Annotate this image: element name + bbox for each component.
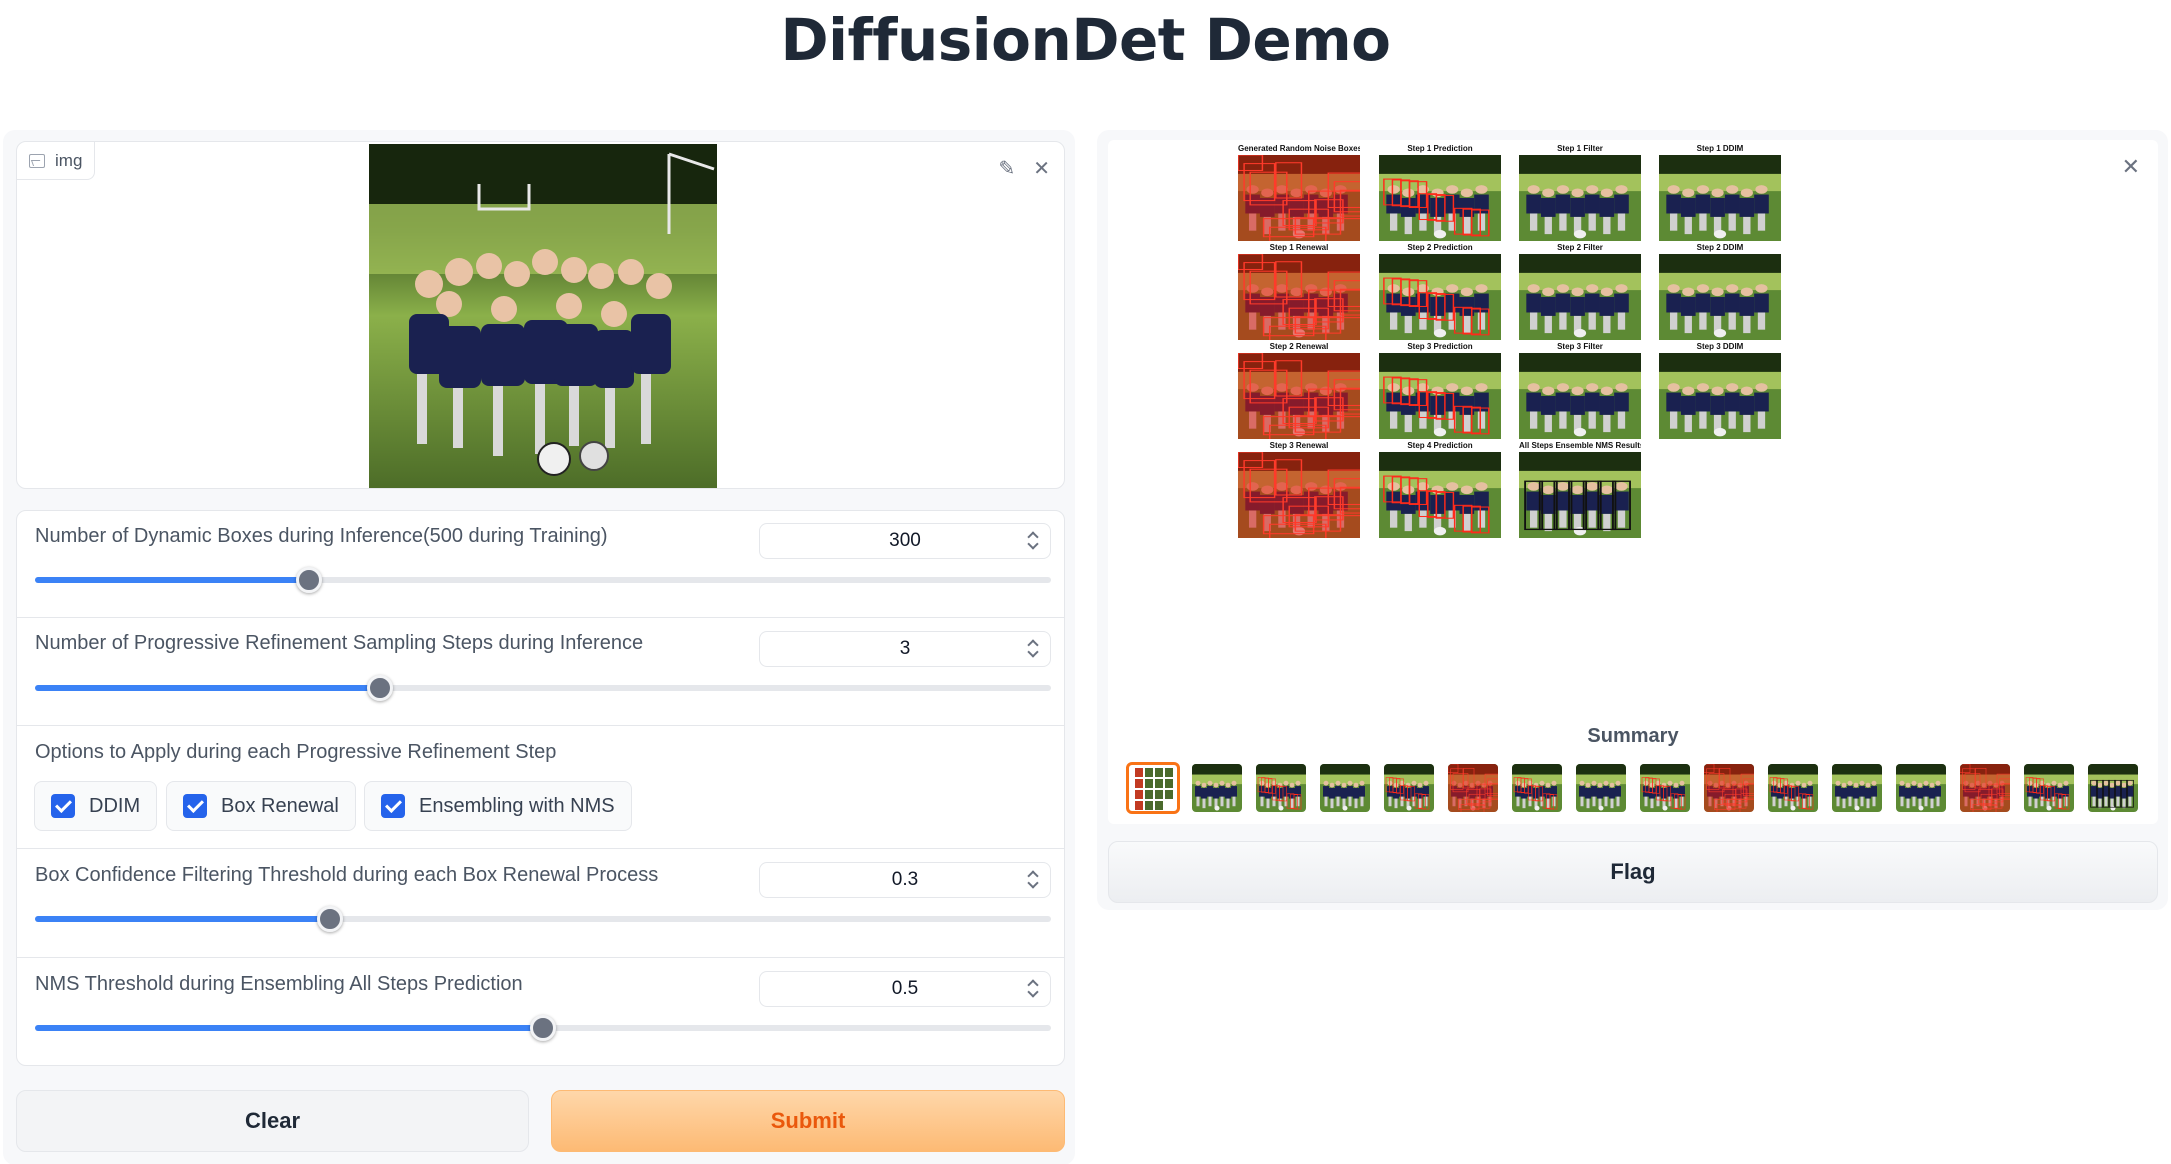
- result-caption: Step 2 DDIM: [1696, 243, 1744, 252]
- gallery-thumbnail[interactable]: [1254, 762, 1308, 814]
- ddim-label: DDIM: [89, 794, 141, 817]
- checkbox-checked-icon[interactable]: [381, 794, 405, 818]
- ensembling-nms-label: Ensembling with NMS: [419, 794, 615, 817]
- close-icon[interactable]: ✕: [2122, 154, 2140, 180]
- nms-label: NMS Threshold during Ensembling All Step…: [35, 973, 523, 995]
- stepper-icon[interactable]: [1028, 977, 1040, 1001]
- ddim-checkbox[interactable]: DDIM: [34, 781, 158, 831]
- gallery-thumbnail[interactable]: [1574, 762, 1628, 814]
- ensembling-nms-checkbox[interactable]: Ensembling with NMS: [364, 781, 632, 831]
- nms-input[interactable]: 0.5: [759, 971, 1051, 1007]
- sampling-steps-input[interactable]: 3: [759, 631, 1051, 667]
- sampling-steps-value: 3: [899, 638, 911, 659]
- output-gallery: ✕ Generated Random Noise Boxes Step 1 Pre…: [1108, 140, 2158, 824]
- result-caption: Step 1 Prediction: [1407, 144, 1473, 153]
- dynamic-boxes-slider[interactable]: [35, 567, 1051, 593]
- image-label: img: [17, 142, 96, 180]
- gallery-thumbnail[interactable]: [1318, 762, 1372, 814]
- image-icon: [29, 153, 45, 168]
- result-caption: Step 3 DDIM: [1696, 342, 1744, 351]
- sampling-steps-row: Number of Progressive Refinement Samplin…: [17, 618, 1064, 726]
- stepper-icon[interactable]: [1028, 868, 1040, 892]
- result-caption: Step 3 Prediction: [1407, 342, 1473, 351]
- sampling-steps-label: Number of Progressive Refinement Samplin…: [35, 632, 644, 654]
- gallery-thumbnail[interactable]: [1638, 762, 1692, 814]
- result-caption: Step 1 DDIM: [1696, 144, 1744, 153]
- flag-button[interactable]: Flag: [1108, 841, 2158, 903]
- summary-caption: Summary: [1587, 725, 1679, 747]
- close-icon[interactable]: ✕: [1033, 156, 1050, 181]
- result-caption: Step 4 Prediction: [1407, 441, 1473, 450]
- submit-button[interactable]: Submit: [551, 1090, 1065, 1152]
- output-panel: ✕ Generated Random Noise Boxes Step 1 Pre…: [1097, 130, 2168, 910]
- result-image[interactable]: Step 4 Prediction: [1379, 441, 1501, 572]
- result-caption: Step 2 Prediction: [1407, 243, 1473, 252]
- thumbnail-strip: [1126, 762, 2140, 814]
- gallery-thumbnail[interactable]: [1126, 762, 1180, 814]
- box-renewal-checkbox[interactable]: Box Renewal: [166, 781, 356, 831]
- gallery-thumbnail[interactable]: [2022, 762, 2076, 814]
- slider-handle[interactable]: [316, 906, 343, 932]
- options-label: Options to Apply during each Progressive…: [35, 741, 557, 763]
- gallery-thumbnail[interactable]: [1190, 762, 1244, 814]
- slider-handle[interactable]: [296, 567, 323, 593]
- gallery-thumbnail[interactable]: [1830, 762, 1884, 814]
- slider-fill: [35, 916, 330, 922]
- gallery-thumbnail[interactable]: [1510, 762, 1564, 814]
- box-conf-row: Box Confidence Filtering Threshold durin…: [17, 849, 1064, 958]
- sampling-steps-slider[interactable]: [35, 675, 1051, 701]
- gallery-thumbnail[interactable]: [1958, 762, 2012, 814]
- dynamic-boxes-label: Number of Dynamic Boxes during Inference…: [35, 525, 608, 547]
- gallery-thumbnail[interactable]: [1702, 762, 1756, 814]
- gallery-thumbnail[interactable]: [1382, 762, 1436, 814]
- result-image[interactable]: Step 3 DDIM: [1659, 342, 1781, 473]
- dynamic-boxes-input[interactable]: 300: [759, 523, 1051, 559]
- clear-button[interactable]: Clear: [16, 1090, 529, 1152]
- slider-handle[interactable]: [530, 1015, 556, 1041]
- gallery-thumbnail[interactable]: [1766, 762, 1820, 814]
- pencil-icon[interactable]: ✎: [998, 156, 1015, 181]
- result-caption: Step 3 Filter: [1557, 342, 1603, 351]
- page-title: DiffusionDet Demo: [780, 6, 1392, 74]
- gallery-thumbnail[interactable]: [1894, 762, 1948, 814]
- stepper-icon[interactable]: [1028, 637, 1040, 661]
- input-panel: img ✎ ✕ Number of Dynamic Boxes during I…: [3, 130, 1075, 1164]
- image-label-text: img: [55, 150, 83, 170]
- nms-row: NMS Threshold during Ensembling All Step…: [17, 958, 1064, 1065]
- box-conf-slider[interactable]: [35, 906, 1051, 932]
- slider-fill: [35, 577, 310, 583]
- slider-fill: [35, 1025, 543, 1031]
- slider-fill: [35, 685, 381, 691]
- box-conf-value: 0.3: [891, 869, 919, 890]
- box-renewal-label: Box Renewal: [221, 794, 339, 817]
- result-image[interactable]: Step 3 Renewal: [1237, 441, 1395, 572]
- checkbox-checked-icon[interactable]: [51, 794, 75, 818]
- checkbox-checked-icon[interactable]: [183, 794, 207, 818]
- gallery-thumbnail[interactable]: [1446, 762, 1500, 814]
- box-conf-input[interactable]: 0.3: [759, 862, 1051, 898]
- image-upload[interactable]: img ✎ ✕: [16, 141, 1065, 489]
- dynamic-boxes-value: 300: [889, 530, 921, 551]
- result-caption: Step 3 Renewal: [1269, 441, 1329, 450]
- input-photo: [369, 144, 717, 488]
- dynamic-boxes-row: Number of Dynamic Boxes during Inference…: [17, 511, 1064, 618]
- box-conf-label: Box Confidence Filtering Threshold durin…: [35, 864, 659, 886]
- parameters-panel: Number of Dynamic Boxes during Inference…: [16, 510, 1065, 1066]
- nms-slider[interactable]: [35, 1015, 1051, 1041]
- result-caption: All Steps Ensemble NMS Results: [1519, 441, 1641, 450]
- result-caption: Step 2 Filter: [1557, 243, 1603, 252]
- result-caption: Step 1 Filter: [1557, 144, 1603, 153]
- result-image[interactable]: All Steps Ensemble NMS Results: [1519, 441, 1641, 572]
- options-row: Options to Apply during each Progressive…: [17, 726, 1064, 849]
- gallery-thumbnail[interactable]: [2086, 762, 2140, 814]
- result-caption: Step 2 Renewal: [1269, 342, 1329, 351]
- stepper-icon[interactable]: [1028, 529, 1040, 553]
- result-caption: Generated Random Noise Boxes: [1238, 144, 1360, 153]
- nms-value: 0.5: [891, 978, 919, 999]
- result-caption: Step 1 Renewal: [1269, 243, 1329, 252]
- slider-handle[interactable]: [367, 675, 394, 701]
